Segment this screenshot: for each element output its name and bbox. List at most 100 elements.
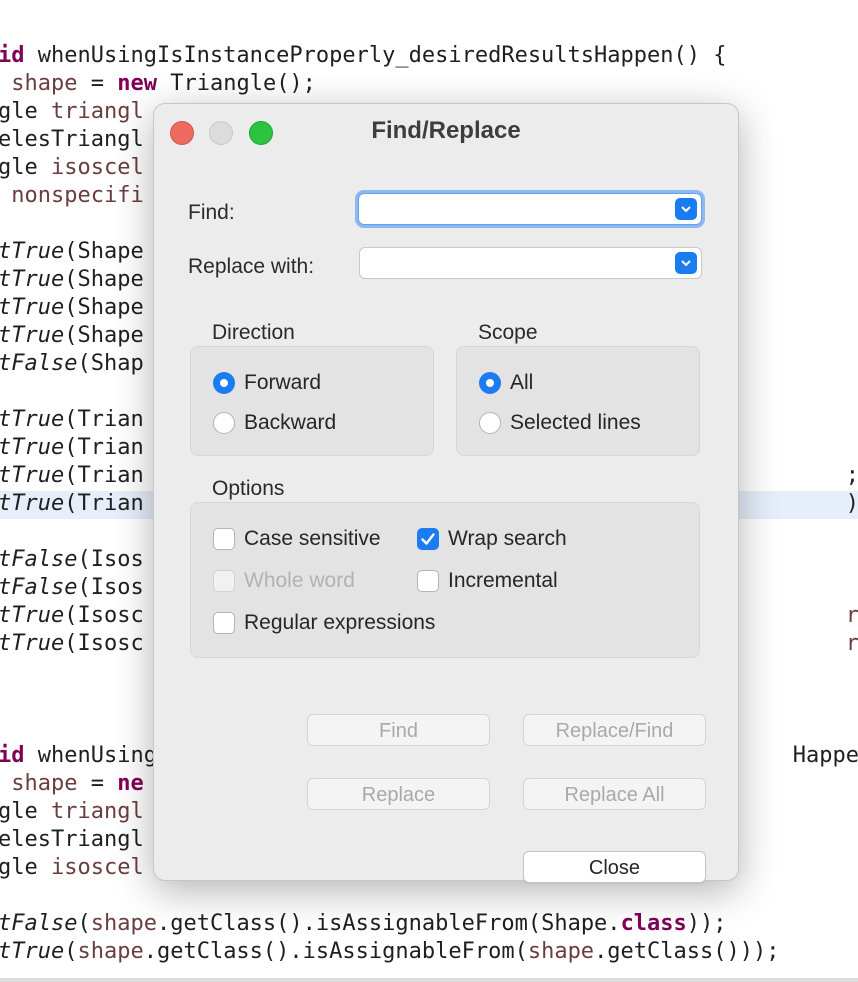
code-token: (Shape: [64, 239, 144, 264]
code-token: isoscel: [50, 155, 144, 180]
whole-word-label: Whole word: [244, 569, 355, 592]
code-token: tTrue: [0, 603, 65, 628]
code-token: tTrue: [0, 407, 65, 432]
code-line: shape = ne: [0, 770, 144, 798]
code-token: id: [0, 743, 25, 768]
direction-group: Forward Backward: [190, 346, 434, 456]
incremental-label[interactable]: Incremental: [448, 569, 558, 593]
code-line: tTrue(Shape: [0, 238, 144, 266]
wrap-search-checkbox[interactable]: [417, 528, 439, 550]
replace-all-button[interactable]: Replace All: [523, 778, 706, 810]
code-token: tTrue: [0, 491, 65, 516]
code-token: id: [0, 43, 25, 68]
scope-selected-lines-radio[interactable]: [479, 412, 501, 434]
code-line: shape = new Triangle();: [0, 70, 316, 98]
case-sensitive-checkbox[interactable]: [213, 528, 235, 550]
incremental-checkbox[interactable]: [417, 570, 439, 592]
case-sensitive-label[interactable]: Case sensitive: [244, 527, 381, 551]
replace-dropdown-button[interactable]: [675, 252, 697, 274]
find-button[interactable]: Find: [307, 714, 490, 746]
scope-title: Scope: [478, 321, 538, 344]
code-line: gle triangl: [0, 98, 144, 126]
code-token: (Isosc: [64, 631, 144, 656]
code-line: tTrue(Trian: [0, 434, 144, 462]
code-line: tFalse(Isos: [0, 546, 144, 574]
replace-with-input[interactable]: [366, 251, 670, 277]
code-token: shape: [90, 911, 157, 936]
code-line: gle isoscel: [0, 154, 144, 182]
code-line: tFalse(Shap: [0, 350, 144, 378]
code-token: (Shape: [64, 323, 144, 348]
code-line: tFalse(shape.getClass().isAssignableFrom…: [0, 910, 727, 938]
code-token: ne: [117, 771, 144, 796]
code-line: gle isoscel: [0, 854, 144, 882]
code-token: elesTriangl: [0, 827, 144, 852]
code-token: shape: [527, 939, 595, 964]
code-token: (Isos: [77, 575, 144, 600]
code-line: tTrue(Shape: [0, 266, 144, 294]
direction-title: Direction: [212, 321, 295, 344]
code-line: nonspecifi: [0, 182, 143, 210]
code-token: tTrue: [0, 939, 65, 964]
code-token: (Trian: [64, 435, 144, 460]
code-token: (Shap: [77, 351, 144, 376]
close-button[interactable]: Close: [523, 851, 706, 883]
direction-forward-label[interactable]: Forward: [244, 371, 321, 395]
code-token: tTrue: [0, 631, 65, 656]
code-token: (: [64, 939, 78, 964]
wrap-search-label[interactable]: Wrap search: [448, 527, 567, 551]
code-token: tTrue: [0, 239, 65, 264]
code-line: tTrue(shape.getClass().isAssignableFrom(…: [0, 938, 780, 966]
code-token: tTrue: [0, 295, 65, 320]
code-token: (Isosc: [64, 603, 144, 628]
code-token: whenUsing: [24, 743, 157, 768]
code-token: tFalse: [0, 351, 78, 376]
regular-expressions-checkbox[interactable]: [213, 612, 235, 634]
code-token: (Trian: [64, 463, 144, 488]
regular-expressions-label[interactable]: Regular expressions: [244, 611, 435, 635]
scope-all-radio[interactable]: [479, 372, 501, 394]
editor-bottom-border: [0, 978, 858, 982]
code-token: new: [117, 71, 157, 96]
find-combobox[interactable]: [358, 193, 702, 225]
code-token: shape: [77, 939, 144, 964]
code-token: gle: [0, 155, 51, 180]
code-token: triangl: [50, 799, 144, 824]
whole-word-checkbox: [213, 570, 235, 592]
code-token: tTrue: [0, 463, 65, 488]
code-token: elesTriangl: [0, 127, 144, 152]
scope-all-label[interactable]: All: [510, 371, 533, 395]
direction-backward-radio[interactable]: [213, 412, 235, 434]
code-token: Triangle();: [156, 71, 316, 96]
code-token: gle: [0, 855, 51, 880]
code-token: ));: [686, 911, 727, 936]
code-token: (: [77, 911, 91, 936]
code-token: (Isos: [77, 547, 144, 572]
code-token: (Trian: [64, 407, 144, 432]
dialog-titlebar[interactable]: Find/Replace: [154, 104, 738, 158]
code-line: id whenUsingIsInstanceProperly_desiredRe…: [0, 42, 727, 70]
code-token: tFalse: [0, 547, 78, 572]
replace-with-combobox[interactable]: [359, 247, 702, 279]
chevron-down-icon: [681, 206, 691, 213]
options-group: Case sensitive Wrap search Whole word In…: [190, 502, 700, 658]
code-token: =: [77, 771, 118, 796]
scope-selected-lines-label[interactable]: Selected lines: [510, 411, 641, 435]
replace-find-button[interactable]: Replace/Find: [523, 714, 706, 746]
find-dropdown-button[interactable]: [675, 198, 697, 220]
code-token: (Trian: [64, 491, 144, 516]
code-token: tTrue: [0, 435, 65, 460]
options-title: Options: [212, 477, 285, 500]
direction-forward-radio[interactable]: [213, 372, 235, 394]
direction-backward-label[interactable]: Backward: [244, 411, 336, 435]
find-label: Find:: [188, 201, 235, 224]
checkmark-icon: [421, 533, 435, 545]
code-token: .getClass().isAssignableFrom(: [143, 939, 528, 964]
replace-button[interactable]: Replace: [307, 778, 490, 810]
code-token: tTrue: [0, 323, 65, 348]
code-token: tFalse: [0, 575, 78, 600]
code-token: whenUsingIsInstanceProperly_desiredResul…: [24, 43, 727, 68]
code-token: riangle2: [845, 631, 858, 656]
code-token: gle: [0, 99, 51, 124]
find-input[interactable]: [365, 197, 669, 223]
